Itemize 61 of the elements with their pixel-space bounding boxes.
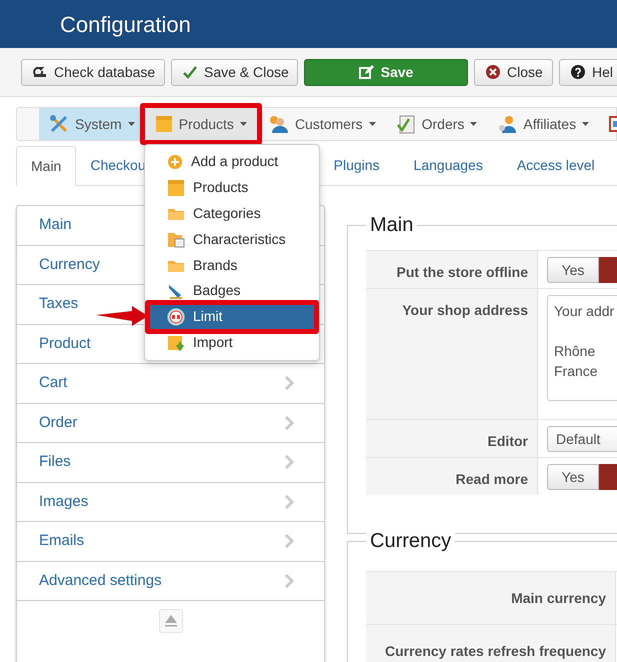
caret-icon <box>368 122 376 126</box>
caret-icon <box>240 122 247 126</box>
toolbar-button[interactable]: Close <box>474 58 553 86</box>
menu-item[interactable]: Orders <box>386 108 488 140</box>
sidebar-item[interactable]: Emails <box>39 530 84 552</box>
field-label: Read more <box>456 470 528 489</box>
dropdown-item[interactable]: Categories <box>145 200 319 226</box>
sidebar-item[interactable]: Cart <box>39 372 68 394</box>
box-icon <box>167 178 185 197</box>
field-label: Currency rates refresh frequency <box>385 642 606 661</box>
dropdown-item[interactable]: Add a product <box>145 149 319 175</box>
help-icon <box>571 65 585 79</box>
field-label: Your shop address <box>402 301 528 320</box>
caret-icon <box>582 122 590 126</box>
toolbar-button[interactable]: Save <box>304 58 468 86</box>
editor-select[interactable]: Default <box>547 426 617 452</box>
check-icon <box>183 65 197 79</box>
scroll-top-button[interactable] <box>158 608 182 632</box>
edit-icon <box>358 65 374 79</box>
toggle-option[interactable]: Yes <box>547 464 599 490</box>
page-title: Configuration <box>60 10 191 39</box>
field-label: Main currency <box>511 588 606 608</box>
add-icon <box>167 154 183 170</box>
sidebar-item[interactable]: Order <box>39 412 78 434</box>
dropdown-item[interactable]: Limit <box>145 300 319 334</box>
dropdown-item[interactable]: Brands <box>145 252 319 278</box>
caret-icon <box>470 122 478 126</box>
toolbar-button[interactable]: Hel <box>559 58 617 86</box>
menu-item[interactable]: Affiliates <box>487 108 600 140</box>
menu-item[interactable]: Products <box>140 103 262 145</box>
import-icon <box>167 334 185 352</box>
field-label: Put the store offline <box>396 263 528 282</box>
sidebar-item[interactable]: Main <box>39 214 72 236</box>
document-check-icon <box>396 114 416 134</box>
address-field[interactable]: Your addr Rhône France <box>547 295 617 401</box>
box-icon <box>154 114 173 134</box>
sidebar-item[interactable]: Advanced settings <box>39 570 162 592</box>
sidebar-item[interactable]: Currency <box>39 254 100 276</box>
tab[interactable]: Languages <box>400 145 497 185</box>
toggle-option[interactable] <box>599 257 617 283</box>
toolbar-button[interactable]: Save & Close <box>171 58 298 86</box>
toolbar-button[interactable]: Check database <box>21 58 165 86</box>
tab[interactable]: Access level <box>502 145 609 185</box>
dropdown-item[interactable]: Products <box>145 174 319 201</box>
eject-icon <box>164 614 176 626</box>
counter-icon <box>167 308 185 326</box>
close-icon <box>486 65 500 79</box>
sidebar-item[interactable]: Images <box>39 490 88 513</box>
tab[interactable]: Main <box>16 146 76 186</box>
toggle-option[interactable]: Yes <box>547 257 599 283</box>
sidebar-item[interactable]: Taxes <box>39 293 78 316</box>
dropdown-item[interactable]: Characteristics <box>145 226 319 252</box>
user-icon <box>497 114 518 134</box>
folder-icon <box>167 230 185 248</box>
toggle-option[interactable] <box>599 464 617 490</box>
sidebar-item[interactable]: Files <box>39 451 71 474</box>
sidebar-item[interactable]: Product <box>39 332 91 355</box>
caret-icon <box>128 122 135 126</box>
field-label: Editor <box>488 432 528 451</box>
tools-icon <box>49 114 69 134</box>
tab[interactable]: Plugins <box>320 145 394 185</box>
